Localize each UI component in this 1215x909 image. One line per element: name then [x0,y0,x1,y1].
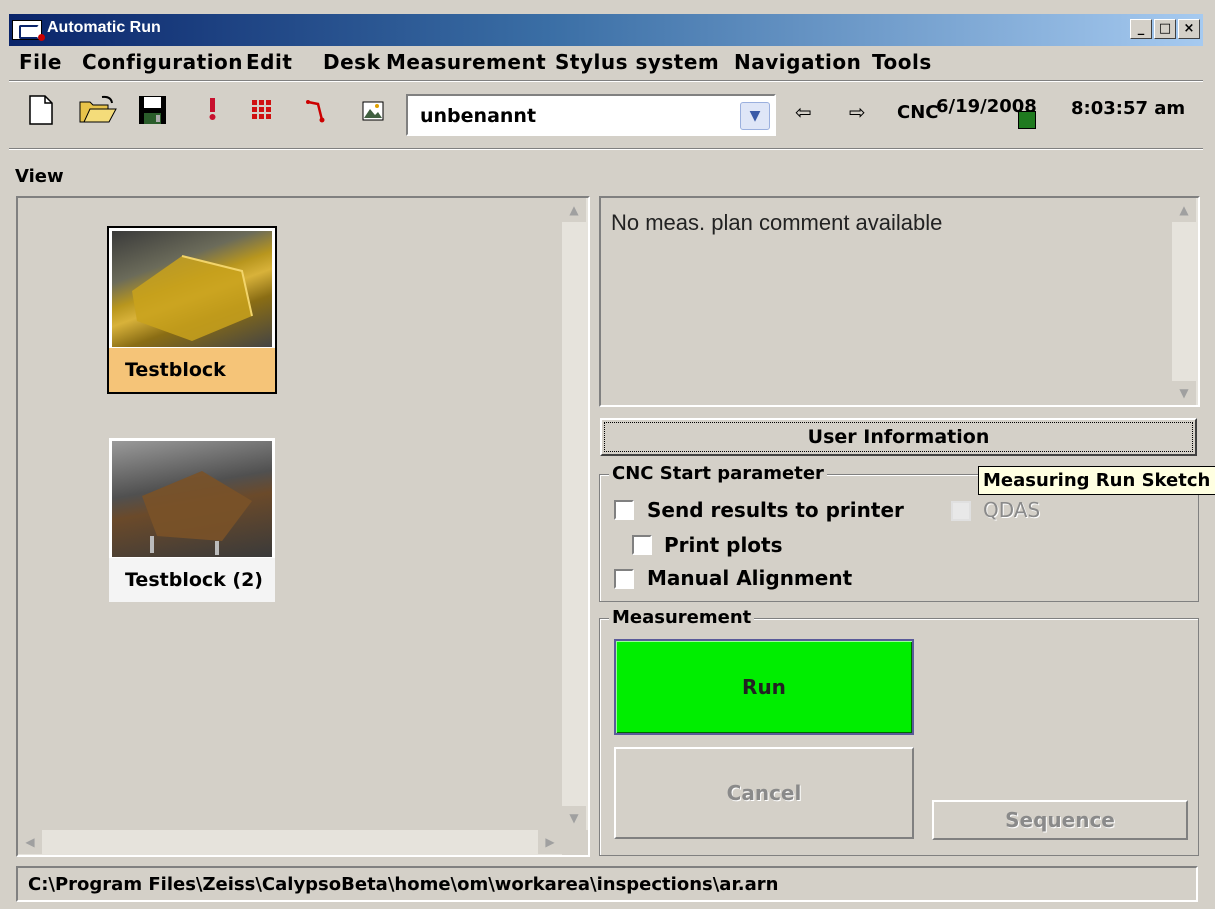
send-results-label: Send results to printer [647,498,904,522]
comment-box[interactable]: No meas. plan comment available ▲ ▼ [599,196,1200,407]
open-folder-icon[interactable] [78,94,118,126]
plan-combo[interactable]: unbenannt ▼ [406,94,776,136]
thumbnail-caption: Testblock [109,348,275,392]
plan-thumbnail[interactable]: Testblock [107,226,277,394]
view-label: View [15,166,64,187]
grid-points-icon[interactable] [248,94,280,126]
menu-edit[interactable]: Edit [246,50,292,74]
window-title: Automatic Run [47,19,161,36]
scroll-right-icon[interactable]: ▶ [538,830,562,854]
title-bar: Automatic Run _ □ × [9,14,1203,46]
minimize-button[interactable]: _ [1130,19,1152,39]
user-information-button[interactable]: User Information [600,418,1197,456]
maximize-button[interactable]: □ [1154,19,1176,39]
back-arrow-icon[interactable]: ⇦ [795,100,812,124]
testblock-image [112,441,272,557]
run-button[interactable]: Run [614,639,914,735]
cancel-button[interactable]: Cancel [614,747,914,839]
status-bar: C:\Program Files\Zeiss\CalypsoBeta\home\… [16,866,1198,902]
save-disk-icon[interactable] [137,94,169,126]
status-indicator-icon [1018,111,1036,129]
chevron-down-icon[interactable]: ▼ [740,102,770,130]
view-panel[interactable]: ▲ ▼ ◀ ▶ Testblock Testblock (2) [16,196,590,857]
print-plots-label: Print plots [664,533,783,557]
measurement-title: Measurement [609,607,755,628]
picture-icon[interactable] [358,94,390,126]
qdas-label: QDAS [983,498,1041,522]
close-button[interactable]: × [1178,19,1200,39]
testblock-image [112,231,272,347]
menu-separator [9,80,1203,82]
app-icon[interactable] [12,20,45,41]
scroll-up-icon[interactable]: ▲ [1172,198,1196,222]
new-file-icon[interactable] [26,94,58,126]
qdas-checkbox[interactable] [951,501,971,521]
path-icon[interactable] [304,94,336,126]
scroll-down-icon[interactable]: ▼ [1172,381,1196,405]
scroll-up-icon[interactable]: ▲ [562,198,586,222]
thumbnail-caption: Testblock (2) [109,558,275,602]
manual-alignment-label: Manual Alignment [647,566,853,590]
menu-bar: File Configuration Edit Desk Measurement… [9,48,1203,78]
tooltip: Measuring Run Sketch [978,466,1215,495]
menu-navigation[interactable]: Navigation [734,50,861,74]
sequence-button[interactable]: Sequence [932,800,1188,840]
vertical-scrollbar[interactable]: ▲ ▼ [562,198,588,830]
comment-scrollbar[interactable]: ▲ ▼ [1172,198,1198,405]
menu-stylus-system[interactable]: Stylus system [555,50,719,74]
menu-desk[interactable]: Desk [323,50,380,74]
horizontal-scrollbar[interactable]: ◀ ▶ [18,830,562,855]
toolbar-separator [9,148,1203,150]
scroll-down-icon[interactable]: ▼ [562,806,586,830]
plan-combo-value: unbenannt [420,105,537,127]
menu-tools[interactable]: Tools [872,50,932,74]
file-path: C:\Program Files\Zeiss\CalypsoBeta\home\… [28,874,779,895]
send-results-checkbox[interactable] [614,500,634,520]
time-display: 8:03:57 am [1071,98,1186,119]
comment-text: No meas. plan comment available [611,210,943,235]
cnc-start-parameter-title: CNC Start parameter [609,463,827,484]
scroll-left-icon[interactable]: ◀ [18,830,42,854]
menu-file[interactable]: File [19,50,62,74]
forward-arrow-icon[interactable]: ⇨ [849,100,866,124]
manual-alignment-checkbox[interactable] [614,569,634,589]
plan-thumbnail[interactable]: Testblock (2) [107,436,277,604]
cnc-label: CNC [897,102,939,123]
probe-icon[interactable] [204,94,236,126]
menu-configuration[interactable]: Configuration [82,50,243,74]
menu-measurement[interactable]: Measurement [386,50,546,74]
print-plots-checkbox[interactable] [632,535,652,555]
